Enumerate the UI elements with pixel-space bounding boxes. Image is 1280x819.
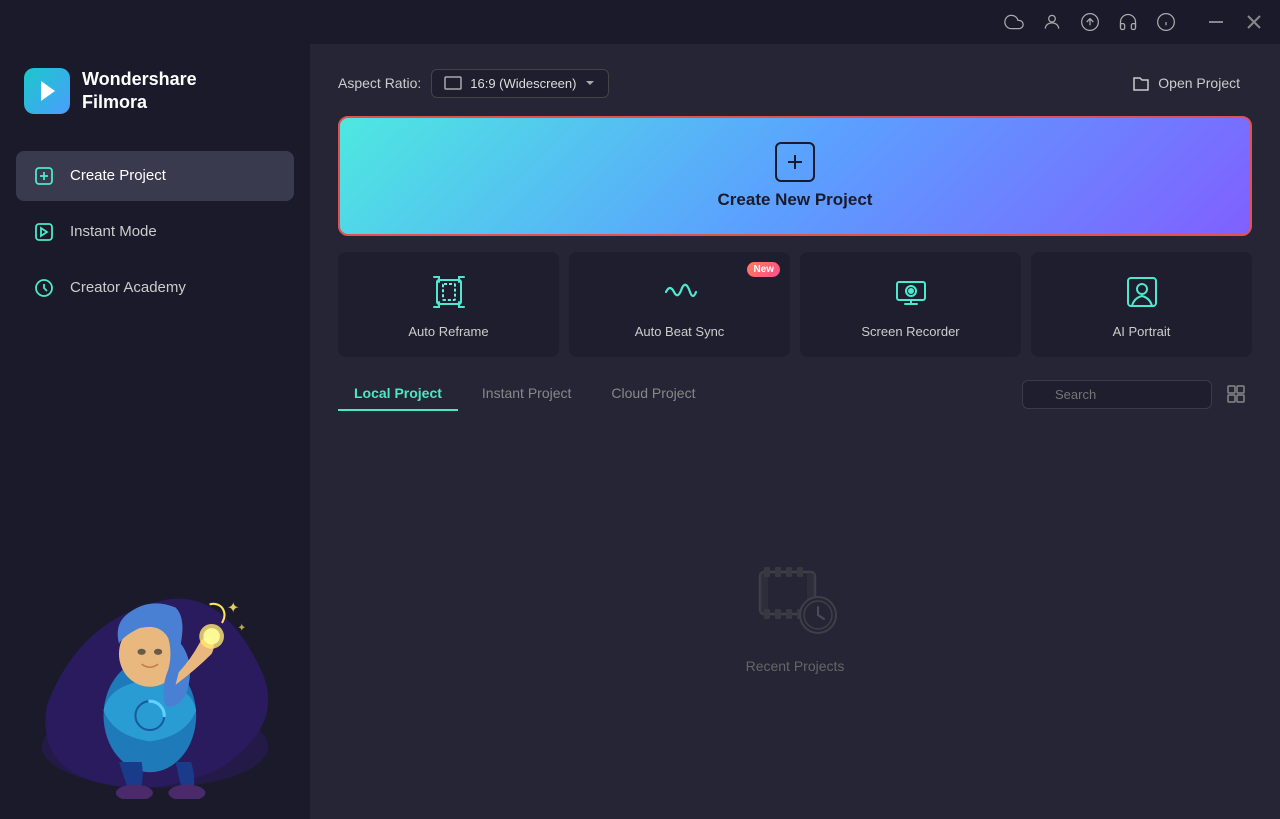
empty-state-icon	[750, 552, 840, 642]
auto-reframe-label: Auto Reframe	[408, 324, 488, 339]
sidebar-item-creator-academy-label: Creator Academy	[70, 279, 186, 296]
sidebar-item-instant-mode[interactable]: Instant Mode	[16, 207, 294, 257]
ai-portrait-label: AI Portrait	[1113, 324, 1171, 339]
auto-beat-sync-label: Auto Beat Sync	[635, 324, 725, 339]
info-icon[interactable]	[1156, 12, 1176, 32]
tab-cloud-project[interactable]: Cloud Project	[595, 377, 711, 411]
search-wrapper	[1022, 380, 1212, 409]
empty-state: Recent Projects	[338, 431, 1252, 795]
aspect-ratio-value: 16:9 (Widescreen)	[470, 76, 576, 91]
user-icon[interactable]	[1042, 12, 1062, 32]
create-project-icon	[32, 164, 56, 188]
headphone-icon[interactable]	[1118, 12, 1138, 32]
aspect-ratio-dropdown[interactable]: 16:9 (Widescreen)	[431, 69, 609, 98]
logo-area: Wondershare Filmora	[16, 64, 294, 119]
grid-view-button[interactable]	[1220, 378, 1252, 410]
create-new-project-banner[interactable]: Create New Project	[338, 116, 1252, 236]
search-input[interactable]	[1022, 380, 1212, 409]
aspect-ratio-label: Aspect Ratio:	[338, 75, 421, 91]
logo-icon	[24, 68, 70, 114]
feature-cards: Auto Reframe New Auto Beat Sync	[338, 252, 1252, 357]
titlebar	[0, 0, 1280, 44]
logo-text: Wondershare Filmora	[82, 68, 197, 115]
cloud-icon[interactable]	[1004, 12, 1024, 32]
auto-reframe-icon	[427, 270, 471, 314]
instant-mode-icon	[32, 220, 56, 244]
sidebar-illustration: ✦ ✦	[16, 519, 294, 799]
sidebar-item-create-project-label: Create Project	[70, 167, 166, 184]
project-tabs: Local Project Instant Project Cloud Proj…	[338, 377, 1252, 411]
ai-portrait-icon	[1120, 270, 1164, 314]
banner-label: Create New Project	[718, 190, 873, 210]
creator-academy-icon	[32, 276, 56, 300]
banner-plus-icon	[775, 142, 815, 182]
svg-text:✦: ✦	[237, 623, 246, 634]
toolbar: Aspect Ratio: 16:9 (Widescreen) Open Pro…	[338, 68, 1252, 98]
feature-card-auto-beat-sync[interactable]: New Auto Beat Sync	[569, 252, 790, 357]
sidebar-item-instant-mode-label: Instant Mode	[70, 223, 157, 240]
auto-beat-sync-icon	[658, 270, 702, 314]
new-badge: New	[747, 262, 780, 277]
aspect-ratio-area: Aspect Ratio: 16:9 (Widescreen)	[338, 69, 609, 98]
open-project-button[interactable]: Open Project	[1120, 68, 1252, 98]
sidebar-item-creator-academy[interactable]: Creator Academy	[16, 263, 294, 313]
tab-search-area	[1022, 378, 1252, 410]
screen-recorder-label: Screen Recorder	[861, 324, 959, 339]
screen-recorder-icon	[889, 270, 933, 314]
upload-icon[interactable]	[1080, 12, 1100, 32]
feature-card-ai-portrait[interactable]: AI Portrait	[1031, 252, 1252, 357]
empty-state-text: Recent Projects	[746, 658, 845, 674]
minimize-button[interactable]	[1206, 12, 1226, 32]
feature-card-auto-reframe[interactable]: Auto Reframe	[338, 252, 559, 357]
svg-text:✦: ✦	[227, 601, 239, 617]
open-project-label: Open Project	[1158, 75, 1240, 91]
tab-local-project[interactable]: Local Project	[338, 377, 458, 411]
content-area: Aspect Ratio: 16:9 (Widescreen) Open Pro…	[310, 44, 1280, 819]
banner-inner: Create New Project	[718, 142, 873, 210]
tab-instant-project[interactable]: Instant Project	[466, 377, 588, 411]
feature-card-screen-recorder[interactable]: Screen Recorder	[800, 252, 1021, 357]
sidebar: Wondershare Filmora Create Project Insta…	[0, 44, 310, 819]
sidebar-item-create-project[interactable]: Create Project	[16, 151, 294, 201]
close-button[interactable]	[1244, 12, 1264, 32]
